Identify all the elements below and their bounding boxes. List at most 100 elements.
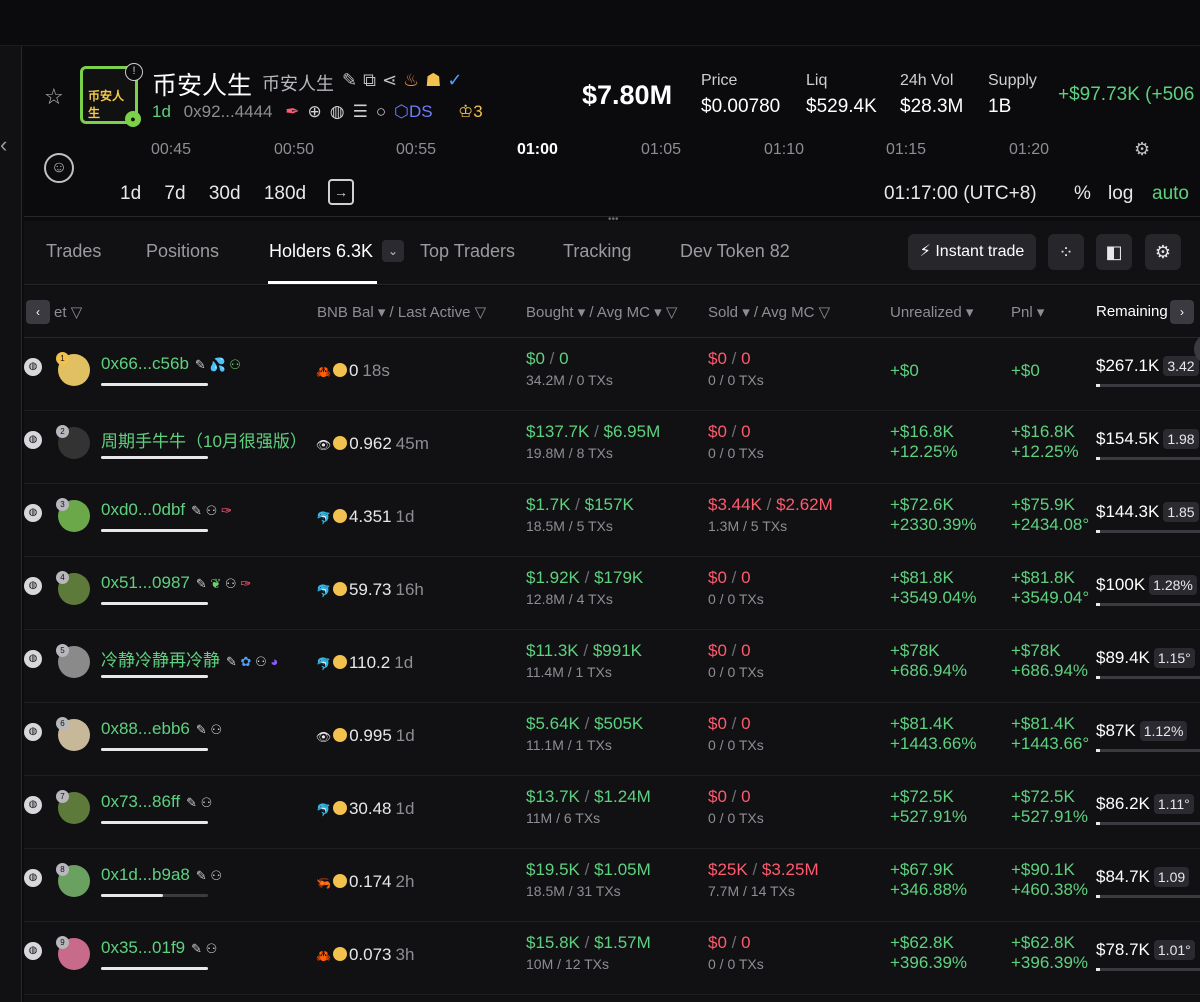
scroll-left-button[interactable]: ‹: [26, 300, 50, 324]
warning-icon[interactable]: !: [125, 63, 143, 81]
chart-icon[interactable]: ◍: [24, 869, 42, 887]
remaining-value: $78.7K 1.01°: [1096, 940, 1195, 960]
tab-top-traders[interactable]: Top Traders: [420, 241, 515, 262]
chart-icon[interactable]: ◍: [24, 577, 42, 595]
wallet-name[interactable]: 0x51...0987 ✎ ❦ ⚇ ✑: [101, 573, 251, 593]
holding-bar: [101, 602, 208, 605]
favorite-star-icon[interactable]: ☆: [44, 84, 64, 110]
tab-positions[interactable]: Positions: [146, 241, 219, 262]
percent-toggle[interactable]: %: [1074, 183, 1091, 205]
tab-trades[interactable]: Trades: [46, 241, 101, 262]
wallet-name[interactable]: 0x73...86ff ✎ ⚇: [101, 792, 212, 812]
group-icon: ☗: [425, 70, 448, 90]
share-icon[interactable]: ⋖: [382, 70, 403, 90]
col-wallet[interactable]: et ▽: [54, 303, 82, 321]
table-row[interactable]: ◍ 2 周期手牛牛（10月很强版） 👁 0.962 45m $137.7K / $6…: [24, 411, 1200, 484]
chart-icon[interactable]: ◍: [24, 431, 42, 449]
bnb-balance: 🐬 4.351 1d: [316, 507, 415, 526]
time-tick: 01:15: [886, 141, 927, 158]
col-pnl[interactable]: Pnl ▾: [1011, 303, 1044, 321]
wallet-name[interactable]: 0x35...01f9 ✎ ⚇: [101, 938, 217, 958]
bnb-coin-icon: [333, 436, 348, 450]
bought-cell: $0 / 0 34.2M / 0 TXs: [526, 349, 613, 388]
remaining-value: $89.4K 1.15°: [1096, 648, 1195, 668]
table-row[interactable]: ◍ 6 0x88...ebb6 ✎ ⚇ 👁 0.995 1d $5.64K / $50…: [24, 703, 1200, 776]
message-icon[interactable]: ☰: [353, 102, 376, 121]
ds-badge[interactable]: ⬡DS: [394, 102, 432, 121]
panel-toggle-button[interactable]: ◧: [1096, 234, 1132, 270]
wallet-tag-icons: ✎ ⚇: [195, 722, 223, 737]
copy-icon[interactable]: ⧉: [363, 70, 382, 90]
bolt-icon: ⚡: [919, 243, 931, 260]
bought-cell: $13.7K / $1.24M 11M / 6 TXs: [526, 787, 651, 826]
remaining-pct: 1.15°: [1153, 648, 1195, 668]
scroll-right-button[interactable]: ›: [1170, 300, 1194, 324]
active-tab-indicator: [268, 281, 377, 284]
tab-holders[interactable]: Holders 6.3K: [269, 241, 373, 262]
wallet-name[interactable]: 周期手牛牛（10月很强版）: [101, 427, 313, 452]
instant-trade-button[interactable]: ⚡ Instant trade: [908, 234, 1036, 270]
wallet-name[interactable]: 0x1d...b9a8 ✎ ⚇: [101, 865, 222, 885]
col-sold[interactable]: Sold ▾ / Avg MC ▽: [708, 303, 830, 321]
chart-icon[interactable]: ◍: [24, 942, 42, 960]
unrealized-cell: +$0: [890, 361, 919, 380]
chart-icon[interactable]: ◍: [24, 723, 42, 741]
remaining-bar: [1096, 676, 1200, 679]
range-180d[interactable]: 180d: [264, 183, 306, 204]
table-row[interactable]: ◍ 1 0x66...c56b ✎ 💦 ⚇ 🦀 0 18s $0 / 0 34.2M …: [24, 338, 1200, 411]
filter-icon: ▽: [665, 304, 678, 321]
wallet-name[interactable]: 0xd0...0dbf ✎ ⚇ ✑: [101, 500, 232, 520]
token-header: ☆ 币安人生 ! ● 币安人生 币安人生 ✎⧉⋖♨☗✓ 1d 0x92...44…: [24, 46, 1200, 141]
table-row[interactable]: ◍ 3 0xd0...0dbf ✎ ⚇ ✑ 🐬 4.351 1d $1.7K / $1…: [24, 484, 1200, 557]
chart-icon[interactable]: ◍: [24, 504, 42, 522]
wallet-name[interactable]: 冷静冷静再冷静 ✎ ✿ ⚇ ◕: [101, 646, 278, 671]
goto-date-icon[interactable]: →: [328, 179, 354, 205]
chevron-left-icon[interactable]: ‹: [0, 132, 7, 158]
globe-icon[interactable]: ⊕: [308, 102, 330, 121]
tier-icon: 👁: [316, 730, 332, 744]
table-row[interactable]: ◍ 5 冷静冷静再冷静 ✎ ✿ ⚇ ◕ 🐬 110.2 1d $11.3K / $99…: [24, 630, 1200, 703]
wallet-name[interactable]: 0x88...ebb6 ✎ ⚇: [101, 719, 222, 739]
wallet-name[interactable]: 0x66...c56b ✎ 💦 ⚇: [101, 354, 241, 374]
chart-icon[interactable]: ◍: [24, 358, 42, 376]
chart-icon[interactable]: ◍: [24, 650, 42, 668]
chart-settings-icon[interactable]: ⚙: [1134, 139, 1150, 160]
remaining-value: $144.3K 1.85: [1096, 502, 1199, 522]
token-symbol: 币安人生: [262, 74, 334, 94]
rank-badge: 6: [56, 717, 69, 730]
table-row[interactable]: ◍ 8 0x1d...b9a8 ✎ ⚇ 🦐 0.174 2h $19.5K / $1.…: [24, 849, 1200, 922]
col-bnb-bal[interactable]: BNB Bal ▾ / Last Active ▽: [317, 303, 486, 321]
range-30d[interactable]: 30d: [209, 183, 241, 204]
time-tick: 01:10: [764, 141, 805, 158]
search-icon[interactable]: ○: [376, 102, 394, 121]
chart-icon[interactable]: ◍: [330, 102, 353, 121]
emoji-icon[interactable]: ☺: [44, 153, 74, 183]
range-1d[interactable]: 1d: [120, 183, 141, 204]
liq-stat: Liq $529.4K: [806, 72, 877, 117]
settings-button[interactable]: ⚙: [1145, 234, 1181, 270]
table-row[interactable]: ◍ 4 0x51...0987 ✎ ❦ ⚇ ✑ 🐬 59.73 16h $1.92K …: [24, 557, 1200, 630]
table-row[interactable]: ◍ 7 0x73...86ff ✎ ⚇ 🐬 30.48 1d $13.7K / $1.…: [24, 776, 1200, 849]
filter-icon: ▽: [70, 304, 83, 321]
token-address[interactable]: 0x92...4444: [184, 102, 273, 121]
holding-bar: [101, 894, 208, 897]
bubble-map-button[interactable]: ⁘: [1048, 234, 1084, 270]
chevron-down-icon[interactable]: ⌄: [382, 240, 404, 262]
range-7d[interactable]: 7d: [164, 183, 185, 204]
table-row[interactable]: ◍ 9 0x35...01f9 ✎ ⚇ 🦀 0.073 3h $15.8K / $1.…: [24, 922, 1200, 995]
chart-icon[interactable]: ◍: [24, 796, 42, 814]
remaining-pct: 1.28%: [1149, 575, 1197, 595]
sold-cell: $0 / 0 0 / 0 TXs: [708, 714, 764, 753]
log-toggle[interactable]: log: [1108, 183, 1133, 205]
remaining-value: $84.7K 1.09: [1096, 867, 1190, 887]
left-rail: ‹: [0, 46, 22, 1002]
col-bought[interactable]: Bought ▾ / Avg MC ▾ ▽: [526, 303, 677, 321]
edit-icon[interactable]: ✎: [342, 70, 363, 90]
col-remaining[interactable]: Remaining: [1096, 303, 1168, 320]
col-unrealized[interactable]: Unrealized ▾: [890, 303, 973, 321]
auto-toggle[interactable]: auto: [1152, 183, 1189, 205]
holding-bar: [101, 456, 208, 459]
tab-dev-token[interactable]: Dev Token 82: [680, 241, 790, 262]
quill-icon[interactable]: ✒: [285, 102, 307, 121]
tab-tracking[interactable]: Tracking: [563, 241, 631, 262]
